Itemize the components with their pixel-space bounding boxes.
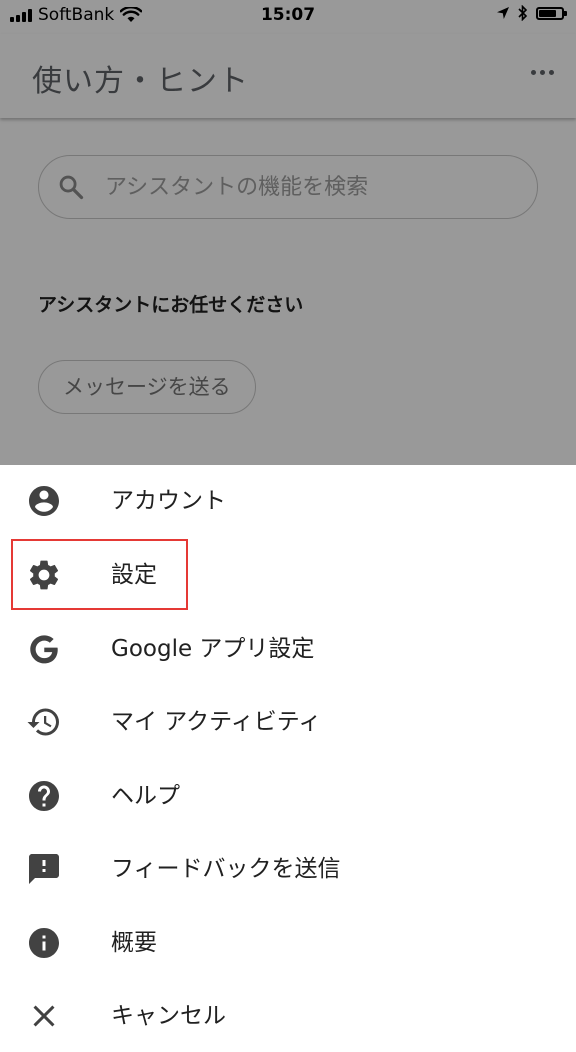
- menu-item-label: 概要: [111, 930, 157, 956]
- menu-item-cancel[interactable]: キャンセル: [0, 980, 576, 1052]
- info-icon: [26, 925, 62, 961]
- feedback-icon: [26, 851, 62, 887]
- gear-icon: [26, 557, 62, 593]
- bottom-sheet-menu: アカウント 設定 Google アプリ設定 マイ アクティビティ ヘルプ フィー…: [0, 465, 576, 1029]
- menu-item-label: マイ アクティビティ: [111, 709, 322, 735]
- menu-item-label: Google アプリ設定: [111, 636, 315, 662]
- menu-item-label: ヘルプ: [111, 783, 180, 809]
- menu-item-google-app-settings[interactable]: Google アプリ設定: [0, 613, 576, 685]
- menu-item-settings[interactable]: 設定: [0, 539, 576, 611]
- menu-item-label: キャンセル: [111, 1003, 226, 1029]
- menu-item-label: アカウント: [111, 488, 226, 514]
- menu-item-label: フィードバックを送信: [111, 856, 341, 882]
- menu-item-label: 設定: [111, 562, 157, 588]
- menu-item-account[interactable]: アカウント: [0, 465, 576, 537]
- account-circle-icon: [26, 483, 62, 519]
- google-g-icon: [26, 631, 62, 667]
- menu-item-help[interactable]: ヘルプ: [0, 760, 576, 832]
- menu-item-my-activity[interactable]: マイ アクティビティ: [0, 686, 576, 758]
- close-icon: [26, 998, 62, 1034]
- menu-item-about[interactable]: 概要: [0, 907, 576, 979]
- help-icon: [26, 778, 62, 814]
- menu-item-send-feedback[interactable]: フィードバックを送信: [0, 833, 576, 905]
- history-icon: [26, 704, 62, 740]
